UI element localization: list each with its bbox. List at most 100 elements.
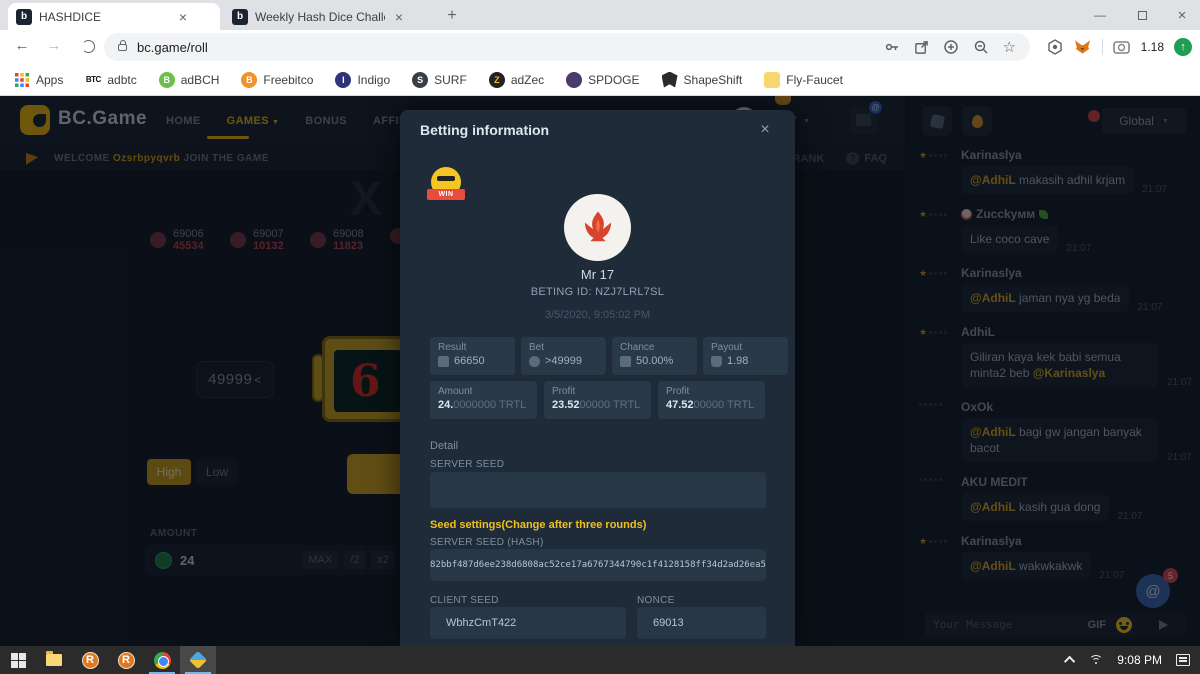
- modal-title: Betting information: [420, 122, 549, 138]
- window-minimize-button[interactable]: —: [1080, 0, 1120, 30]
- bookmarks-bar: Apps BTCadbtc BadBCH BFreebitco IIndigo …: [0, 64, 1200, 96]
- new-tab-button[interactable]: +: [440, 5, 464, 29]
- client-seed-label: CLIENT SEED: [430, 595, 499, 606]
- bookmark-adbch[interactable]: BadBCH: [159, 72, 220, 88]
- screen: b HASHDICE × b Weekly Hash Dice Challeng…: [0, 0, 1200, 674]
- bookmark-indigo[interactable]: IIndigo: [335, 72, 390, 88]
- modal-close-icon[interactable]: ×: [755, 121, 775, 139]
- system-clock[interactable]: 9:08 PM: [1117, 653, 1162, 667]
- windows-logo-icon: [11, 653, 26, 668]
- bookmark-flyfaucet[interactable]: Fly-Faucet: [764, 72, 843, 88]
- bookmark-freebitco[interactable]: BFreebitco: [241, 72, 313, 88]
- shapeshift-fox-icon: [662, 72, 678, 88]
- server-seed-label: SERVER SEED: [430, 459, 504, 470]
- bookmark-shapeshift[interactable]: ShapeShift: [662, 72, 743, 88]
- win-badge-icon: WIN: [427, 165, 465, 205]
- tray-expand-chevron-icon[interactable]: [1064, 656, 1075, 667]
- bet-stats-row: Result 66650 Bet >49999 Chance 50.00% Pa…: [430, 337, 788, 375]
- r-app-icon: R: [82, 652, 99, 669]
- password-key-icon[interactable]: [884, 39, 900, 55]
- tab-hashdice[interactable]: b HASHDICE ×: [8, 3, 220, 30]
- bookmark-adzec[interactable]: ZadZec: [489, 72, 544, 88]
- windows-taskbar: R R 9:08 PM: [0, 646, 1200, 674]
- server-seed-hash-label: SERVER SEED (HASH): [430, 537, 544, 548]
- bookmark-surf[interactable]: SSURF: [412, 72, 467, 88]
- server-seed-hash-field[interactable]: 82bbf487d6ee238d6808ac52ce17a6767344790c…: [430, 549, 766, 581]
- indigo-icon: I: [335, 72, 351, 88]
- payout-icon: [711, 356, 722, 367]
- extension-box-icon[interactable]: [1046, 38, 1064, 56]
- nonce-label: NONCE: [637, 595, 675, 606]
- zec-icon: Z: [489, 72, 505, 88]
- open-in-new-icon[interactable]: [914, 40, 929, 55]
- file-explorer-button[interactable]: [36, 646, 72, 674]
- active-app-button[interactable]: [180, 646, 216, 674]
- app-r2-button[interactable]: R: [108, 646, 144, 674]
- bookmark-apps[interactable]: Apps: [14, 72, 63, 88]
- stat-profit: Profit 23.5200000 TRTL: [544, 381, 651, 419]
- site-favicon: b: [232, 9, 248, 25]
- tab-close-icon[interactable]: ×: [175, 9, 191, 25]
- nonce-field[interactable]: 69013: [637, 607, 766, 639]
- divider: [1102, 39, 1103, 55]
- stat-amount: Amount 24.0000000 TRTL: [430, 381, 537, 419]
- chrome-taskbar-button[interactable]: [144, 646, 180, 674]
- zoom-plus-icon[interactable]: [943, 39, 959, 55]
- metamask-icon[interactable]: [1074, 38, 1092, 56]
- phoenix-icon: [576, 206, 620, 250]
- window-close-button[interactable]: ×: [1162, 0, 1200, 30]
- server-seed-field[interactable]: [430, 472, 766, 508]
- profile-sync-icon[interactable]: ↑: [1174, 38, 1192, 56]
- apps-grid-icon: [14, 72, 30, 88]
- forward-icon[interactable]: →: [44, 37, 64, 54]
- wallet-extension-icon[interactable]: [1113, 38, 1131, 56]
- wifi-icon[interactable]: [1089, 655, 1103, 666]
- window-restore-button[interactable]: [1122, 0, 1162, 30]
- stat-result: Result 66650: [430, 337, 515, 375]
- detail-label: Detail: [430, 440, 458, 452]
- folder-icon: [46, 654, 62, 666]
- reload-icon[interactable]: [82, 40, 95, 53]
- bet-id: BETING ID: NZJ7LRL7SL: [400, 286, 795, 298]
- bookmark-star-icon[interactable]: ☆: [1003, 38, 1016, 56]
- back-icon[interactable]: ←: [12, 37, 32, 54]
- tab-close-icon[interactable]: ×: [391, 9, 407, 25]
- player-name: Mr 17: [400, 267, 795, 282]
- cube-app-icon: [189, 651, 207, 669]
- client-seed-field[interactable]: WbhzCmT422: [430, 607, 626, 639]
- extension-value: 1.18: [1141, 40, 1164, 54]
- tab-challenge[interactable]: b Weekly Hash Dice Challenge - Se ×: [224, 3, 430, 30]
- flyfaucet-icon: [764, 72, 780, 88]
- bookmark-spdoge[interactable]: SPDOGE: [566, 72, 639, 88]
- tab-title: Weekly Hash Dice Challenge - Se: [255, 10, 385, 24]
- bookmark-adbtc[interactable]: BTCadbtc: [85, 72, 136, 88]
- browser-titlebar: b HASHDICE × b Weekly Hash Dice Challeng…: [0, 0, 1200, 30]
- bch-icon: B: [159, 72, 175, 88]
- restore-icon: [1138, 11, 1147, 20]
- tab-title: HASHDICE: [39, 10, 169, 24]
- seed-settings-heading: Seed settings(Change after three rounds): [430, 519, 646, 531]
- address-bar[interactable]: bc.game/roll ☆: [104, 33, 1030, 61]
- app-r1-button[interactable]: R: [72, 646, 108, 674]
- zoom-minus-icon[interactable]: [973, 39, 989, 55]
- r-app-icon: R: [118, 652, 135, 669]
- browser-toolbar: ← → bc.game/roll ☆ 1.18 ↑: [0, 30, 1200, 64]
- stat-payout: Payout 1.98: [703, 337, 788, 375]
- dice-icon: [620, 356, 631, 367]
- stat-chance: Chance 50.00%: [612, 337, 697, 375]
- freebitco-icon: B: [241, 72, 257, 88]
- bet-datetime: 3/5/2020, 9:05:02 PM: [400, 309, 795, 321]
- spdoge-icon: [566, 72, 582, 88]
- player-avatar[interactable]: [564, 194, 631, 261]
- chrome-icon: [154, 652, 171, 669]
- https-lock-icon: [118, 44, 127, 51]
- bet-amounts-row: Amount 24.0000000 TRTL Profit 23.5200000…: [430, 381, 765, 419]
- action-center-icon[interactable]: [1176, 654, 1190, 666]
- betting-info-modal: Betting information × WIN Mr 17 BETING I…: [400, 110, 795, 646]
- btc-icon: BTC: [85, 72, 101, 88]
- dice-icon: [438, 356, 449, 367]
- bcgame-page: BC.Game HOME GAMES▼ BONUS AFFILIATE FORU…: [0, 96, 1200, 646]
- start-button[interactable]: [0, 646, 36, 674]
- stat-bet: Bet >49999: [521, 337, 606, 375]
- site-favicon: b: [16, 9, 32, 25]
